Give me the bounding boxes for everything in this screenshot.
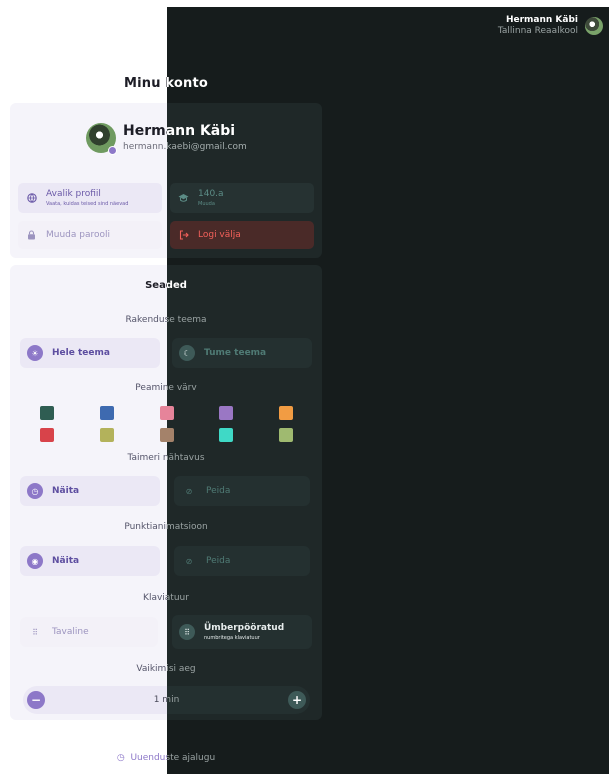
punctuation-label: Punktianimatsioon: [124, 522, 167, 532]
settings-title: Seaded: [145, 280, 167, 291]
keyboard-normal-button[interactable]: ⠿ Tavaline: [20, 617, 158, 647]
profile-name: Hermann Käbi: [167, 123, 236, 139]
history-link[interactable]: ◷ Uuenduste ajalugu: [0, 753, 167, 763]
header-user[interactable]: Hermann Käbi Tallinna Reaalkool: [498, 15, 578, 36]
dark-theme-label: Tume teema: [204, 348, 267, 358]
graduation-cap-icon: [178, 193, 189, 204]
default-time-value: 1 min: [153, 695, 167, 705]
grade-sub: Muuda: [198, 201, 215, 207]
timer-hide-button[interactable]: ⊘ Peida: [174, 476, 310, 506]
dark-layer: Minu konto Hermann Käbi hermann.kaebi@gm…: [167, 0, 609, 774]
page-title: Minu konto: [123, 76, 167, 91]
history-link-label: Uuenduste ajalugu: [167, 753, 216, 763]
color-swatch-6[interactable]: [40, 428, 54, 442]
globe-icon: [26, 193, 37, 204]
default-time-value: 1 min: [167, 695, 180, 705]
color-swatch-5[interactable]: [279, 406, 293, 420]
history-link[interactable]: ◷ Uuenduste ajalugu: [167, 753, 332, 763]
logout-button[interactable]: Logi välja: [170, 221, 314, 249]
history-link-label: Uuenduste ajalugu: [130, 753, 167, 763]
timer-visibility-label: Taimeri nähtavus: [127, 453, 167, 463]
light-theme-half: Minu konto Hermann Käbi hermann.kaebi@gm…: [0, 0, 167, 774]
default-time-label: Vaikimisi aeg: [136, 664, 167, 674]
punctuation-show-button[interactable]: ◉ Näita: [20, 546, 160, 576]
color-swatch-4[interactable]: [219, 406, 233, 420]
primary-color-label: Peamine värv: [135, 383, 167, 393]
keyboard-label: Klaviatuur: [167, 593, 189, 603]
punctuation-hide-label: Peida: [206, 556, 231, 566]
dark-theme-half: Minu konto Hermann Käbi hermann.kaebi@gm…: [167, 0, 609, 774]
public-profile-button[interactable]: Avalik profiil Vaata, kuidas teised sind …: [18, 183, 162, 213]
header-user-name: Hermann Käbi: [505, 15, 578, 25]
history-icon: ◷: [116, 753, 125, 763]
dark-theme-button[interactable]: ☾ Tume teema: [172, 338, 312, 368]
color-swatch-3[interactable]: [167, 406, 174, 420]
punctuation-hide-button[interactable]: ⊘ Peida: [174, 546, 310, 576]
keyboard-normal-label: Tavaline: [52, 627, 89, 637]
timer-visibility-label: Taimeri nähtavus: [167, 453, 205, 463]
theme-label: Rakenduse teema: [167, 315, 207, 325]
light-layer: Minu konto Hermann Käbi hermann.kaebi@gm…: [0, 0, 167, 774]
timer-hide-label: Peida: [206, 486, 231, 496]
color-swatch-8[interactable]: [167, 428, 174, 442]
light-theme-button[interactable]: ☀ Hele teema: [20, 338, 160, 368]
change-password-label: Muuda parooli: [46, 230, 111, 240]
color-swatch-9[interactable]: [219, 428, 233, 442]
primary-color-label: Peamine värv: [167, 383, 197, 393]
public-profile-label: Avalik profiil: [46, 189, 101, 199]
punctuation-show-label: Näita: [52, 556, 80, 566]
color-swatch-10[interactable]: [279, 428, 293, 442]
eye-off-icon: ⊘: [185, 556, 193, 566]
grade-button[interactable]: 140.a Muuda: [170, 183, 314, 213]
profile-email: hermann.kaebi@gmail.com: [123, 142, 167, 152]
increase-time-button[interactable]: +: [288, 691, 306, 709]
decrease-time-button[interactable]: −: [27, 691, 45, 709]
light-theme-label: Hele teema: [52, 348, 110, 358]
public-profile-sub: Vaata, kuidas teised sind näevad: [46, 201, 129, 207]
clock-icon: ◷: [27, 483, 43, 499]
profile-email: hermann.kaebi@gmail.com: [167, 142, 247, 152]
eye-icon: ◉: [27, 553, 43, 569]
profile-name: Hermann Käbi: [123, 123, 167, 139]
sun-icon: ☀: [27, 345, 43, 361]
keypad-icon: ⠿: [32, 627, 38, 637]
lock-icon: [26, 230, 37, 241]
punctuation-label: Punktianimatsioon: [167, 522, 208, 532]
color-swatch-1[interactable]: [40, 406, 54, 420]
header-school: Tallinna Reaalkool: [497, 26, 578, 36]
keyboard-inverted-sub: numbritega klaviatuur: [204, 635, 260, 641]
logout-label: Logi välja: [198, 230, 241, 240]
timer-show-button[interactable]: ◷ Näita: [20, 476, 160, 506]
keyboard-label: Klaviatuur: [143, 593, 167, 603]
color-swatch-7[interactable]: [100, 428, 114, 442]
avatar-edit-badge[interactable]: [108, 146, 117, 155]
color-swatch-3[interactable]: [160, 406, 167, 420]
eye-off-icon: ⊘: [185, 486, 193, 496]
grade-label: 140.a: [198, 189, 224, 199]
settings-title: Seaded: [167, 280, 187, 291]
keypad-icon: ⠿: [179, 624, 195, 640]
keyboard-inverted-label: Ümberpööratud: [204, 623, 285, 633]
moon-icon: ☾: [179, 345, 195, 361]
timer-show-label: Näita: [52, 486, 80, 496]
theme-label: Rakenduse teema: [125, 315, 167, 325]
change-password-button[interactable]: Muuda parooli: [18, 221, 162, 249]
default-time-label: Vaikimisi aeg: [167, 664, 196, 674]
logout-icon: [178, 230, 189, 241]
header-avatar[interactable]: [585, 17, 603, 35]
color-swatch-8[interactable]: [160, 428, 167, 442]
page-title: Minu konto: [167, 76, 209, 91]
color-swatch-2[interactable]: [100, 406, 114, 420]
keyboard-inverted-button[interactable]: ⠿ Ümberpööratud numbritega klaviatuur: [172, 615, 312, 649]
